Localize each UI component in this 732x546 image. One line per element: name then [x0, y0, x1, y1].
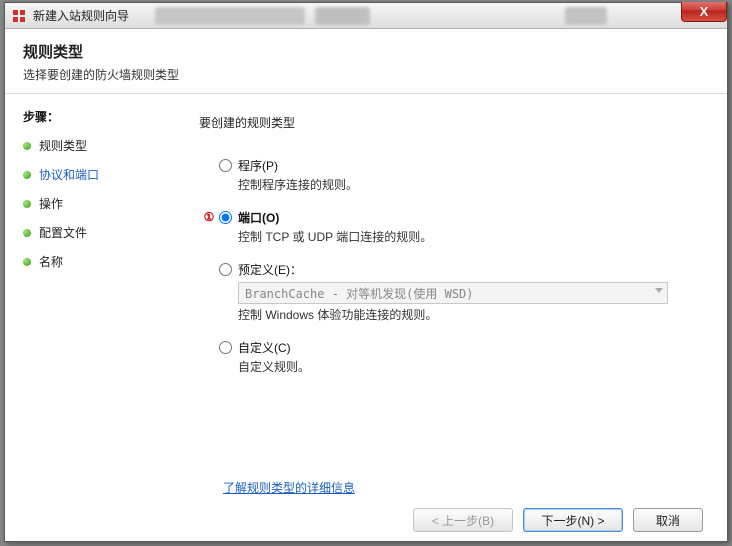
- step-label: 协议和端口: [39, 166, 99, 183]
- radio-desc: 控制 Windows 体验功能连接的规则。: [238, 306, 697, 323]
- step-protocol-port[interactable]: 协议和端口: [23, 166, 173, 183]
- button-bar: < 上一步(B) 下一步(N) > 取消: [413, 508, 703, 532]
- step-rule-type[interactable]: 规则类型: [23, 137, 173, 154]
- predefined-combobox[interactable]: BranchCache - 对等机发现(使用 WSD): [238, 282, 668, 304]
- combo-value: BranchCache - 对等机发现(使用 WSD): [245, 287, 474, 301]
- radio-label: 程序(P): [238, 157, 697, 174]
- back-button[interactable]: < 上一步(B): [413, 508, 513, 532]
- radio-desc: 自定义规则。: [238, 358, 697, 375]
- app-icon: [11, 8, 27, 24]
- radio-predefined[interactable]: [219, 263, 232, 276]
- bullet-icon: [23, 258, 31, 266]
- bullet-icon: [23, 171, 31, 179]
- step-action[interactable]: 操作: [23, 195, 173, 212]
- radio-port[interactable]: [219, 211, 232, 224]
- wizard-header: 规则类型 选择要创建的防火墙规则类型: [5, 29, 727, 94]
- step-label: 配置文件: [39, 224, 87, 241]
- radio-label: 自定义(C): [238, 339, 697, 356]
- option-predefined: 预定义(E)： BranchCache - 对等机发现(使用 WSD) 控制 W…: [199, 261, 697, 337]
- radio-desc: 控制程序连接的规则。: [238, 176, 697, 193]
- wizard-window: 新建入站规则向导 X 规则类型 选择要创建的防火墙规则类型 步骤： 规则类型 协…: [4, 2, 728, 542]
- page-subtitle: 选择要创建的防火墙规则类型: [23, 66, 709, 83]
- steps-heading: 步骤：: [23, 108, 173, 125]
- steps-sidebar: 步骤： 规则类型 协议和端口 操作 配置文件 名称: [5, 94, 183, 546]
- close-button[interactable]: X: [681, 2, 727, 22]
- step-label: 名称: [39, 253, 63, 270]
- step-label: 规则类型: [39, 137, 87, 154]
- chevron-down-icon: [655, 288, 663, 293]
- title-obscured: [565, 7, 607, 25]
- bullet-icon: [23, 200, 31, 208]
- step-name[interactable]: 名称: [23, 253, 173, 270]
- option-program: 程序(P) 控制程序连接的规则。: [199, 157, 697, 207]
- title-obscured: [155, 7, 305, 25]
- content-heading: 要创建的规则类型: [199, 114, 697, 131]
- radio-program[interactable]: [219, 159, 232, 172]
- step-label: 操作: [39, 195, 63, 212]
- bullet-icon: [23, 142, 31, 150]
- radio-label: 预定义(E)：: [238, 261, 697, 278]
- page-title: 规则类型: [23, 41, 709, 62]
- content-pane: 要创建的规则类型 程序(P) 控制程序连接的规则。 ① 端口(O) 控制 TCP…: [183, 94, 727, 546]
- window-title: 新建入站规则向导: [33, 7, 129, 24]
- wizard-body: 步骤： 规则类型 协议和端口 操作 配置文件 名称 要: [5, 94, 727, 546]
- cancel-button[interactable]: 取消: [633, 508, 703, 532]
- bullet-icon: [23, 229, 31, 237]
- radio-custom[interactable]: [219, 341, 232, 354]
- option-custom: 自定义(C) 自定义规则。: [199, 339, 697, 389]
- radio-label: 端口(O): [238, 209, 697, 226]
- step-profile[interactable]: 配置文件: [23, 224, 173, 241]
- titlebar: 新建入站规则向导 X: [5, 3, 727, 29]
- radio-desc: 控制 TCP 或 UDP 端口连接的规则。: [238, 228, 697, 245]
- learn-more-link[interactable]: 了解规则类型的详细信息: [223, 479, 355, 496]
- close-icon: X: [700, 4, 709, 19]
- title-obscured: [315, 7, 370, 25]
- annotation-marker: ①: [199, 210, 219, 224]
- option-port: ① 端口(O) 控制 TCP 或 UDP 端口连接的规则。: [199, 209, 697, 259]
- next-button[interactable]: 下一步(N) >: [523, 508, 623, 532]
